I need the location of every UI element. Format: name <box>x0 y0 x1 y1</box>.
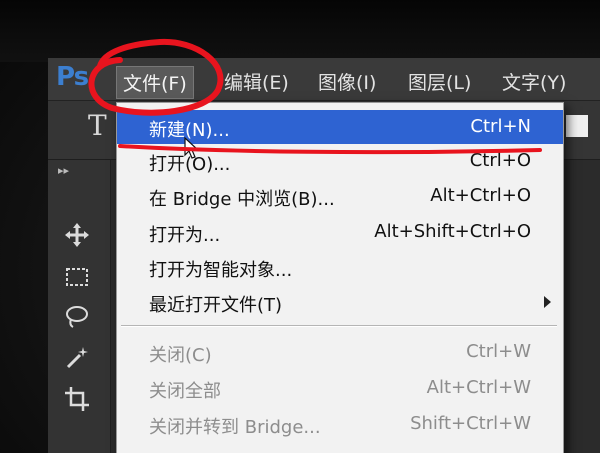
marquee-tool-icon[interactable] <box>60 260 94 294</box>
crop-tool-icon[interactable] <box>60 382 94 416</box>
menu-item-shortcut: Ctrl+W <box>466 341 531 362</box>
menu-item-label: 关闭全部 <box>149 381 221 402</box>
menu-item-close-and-go-to-bridge[interactable]: 关闭并转到 Bridge... Shift+Ctrl+W <box>117 407 563 441</box>
menu-item-close[interactable]: 关闭(C) Ctrl+W <box>117 335 563 369</box>
menu-item-open-as[interactable]: 打开为... Alt+Shift+Ctrl+O <box>117 215 563 249</box>
menu-item-shortcut: Shift+Ctrl+W <box>410 413 531 434</box>
ps-logo: Ps <box>56 62 89 92</box>
menu-image[interactable]: 图像(I) <box>312 66 382 97</box>
lasso-tool-icon[interactable] <box>60 300 94 334</box>
menu-item-shortcut: Alt+Shift+Ctrl+O <box>374 221 531 242</box>
color-swatch[interactable] <box>566 115 588 137</box>
menu-edit[interactable]: 编辑(E) <box>218 66 295 97</box>
menu-item-open-recent[interactable]: 最近打开文件(T) <box>117 285 563 319</box>
menu-item-browse-in-bridge[interactable]: 在 Bridge 中浏览(B)... Alt+Ctrl+O <box>117 179 563 213</box>
mouse-cursor-icon <box>184 137 200 159</box>
menu-separator <box>121 325 557 327</box>
menu-file[interactable]: 文件(F) <box>116 66 194 99</box>
menu-item-shortcut: Ctrl+N <box>470 116 531 137</box>
type-tool-icon[interactable]: T <box>88 109 107 142</box>
menu-item-shortcut: Alt+Ctrl+W <box>426 377 531 398</box>
menu-item-open-as-smart-object[interactable]: 打开为智能对象... <box>117 250 563 284</box>
menu-bar: Ps 文件(F) 编辑(E) 图像(I) 图层(L) 文字(Y) <box>48 58 600 101</box>
menu-item-label: 关闭(C) <box>149 345 212 366</box>
menu-item-label: 打开为... <box>149 225 221 246</box>
menu-item-label: 在 Bridge 中浏览(B)... <box>149 189 335 210</box>
menu-item-label: 打开为智能对象... <box>149 260 293 281</box>
collapse-icon[interactable]: ▸▸ <box>58 164 69 177</box>
move-tool-icon[interactable] <box>60 218 94 252</box>
menu-layer[interactable]: 图层(L) <box>402 66 477 97</box>
menu-type[interactable]: 文字(Y) <box>496 66 572 97</box>
menu-item-shortcut: Alt+Ctrl+O <box>430 185 531 206</box>
photo-frame: Ps 文件(F) 编辑(E) 图像(I) 图层(L) 文字(Y) T ▸▸ 新建… <box>0 0 600 453</box>
monitor-bezel <box>0 0 600 62</box>
menu-item-close-all[interactable]: 关闭全部 Alt+Ctrl+W <box>117 371 563 405</box>
submenu-arrow-icon <box>544 296 551 308</box>
menu-item-label: 关闭并转到 Bridge... <box>149 417 321 438</box>
menu-item-label: 最近打开文件(T) <box>149 295 283 316</box>
menu-item-shortcut: Ctrl+O <box>469 150 531 171</box>
magic-wand-tool-icon[interactable] <box>60 340 94 374</box>
tools-panel: ▸▸ <box>48 160 111 453</box>
